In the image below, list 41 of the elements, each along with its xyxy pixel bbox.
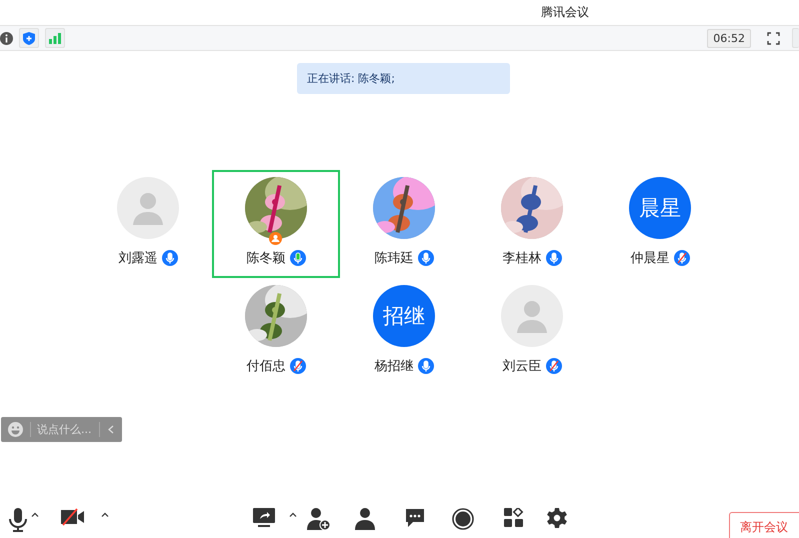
- leave-meeting-button[interactable]: 离开会议: [729, 512, 799, 538]
- avatar-initials: 晨星: [639, 195, 681, 222]
- chat-bubble-icon: [405, 508, 425, 528]
- meeting-timer: 06:52: [707, 28, 751, 48]
- participant-name: 陈冬颖: [246, 250, 286, 267]
- emoji-icon: [8, 422, 23, 437]
- participant-name: 付佰忠: [246, 358, 286, 375]
- avatar-initials: 招继: [383, 303, 425, 330]
- participant-name: 仲晨星: [630, 250, 670, 267]
- fullscreen-icon: [766, 32, 780, 44]
- apps-icon: [504, 508, 524, 528]
- chat-bar[interactable]: 说点什么...: [1, 417, 122, 442]
- add-user-icon: [307, 508, 331, 530]
- participant-name: 刘露遥: [118, 250, 158, 267]
- signal-icon: [49, 32, 61, 44]
- participant-name: 杨招继: [374, 358, 414, 375]
- participant-tile[interactable]: 招继 杨招继: [340, 278, 468, 382]
- settings-icon: [547, 508, 567, 528]
- participant-tile[interactable]: 晨星 仲晨星: [596, 170, 724, 278]
- user-silhouette-icon: [131, 191, 165, 225]
- participant-tile[interactable]: 刘露遥: [84, 170, 212, 278]
- participant-tile[interactable]: 刘云臣: [468, 278, 596, 382]
- speaker-text: 正在讲话: 陈冬颖;: [307, 71, 395, 86]
- participant-tile[interactable]: 李桂林: [468, 170, 596, 278]
- microphone-icon: [9, 508, 27, 532]
- participant-name: 陈玮廷: [374, 250, 414, 267]
- participant-name: 李桂林: [502, 250, 542, 267]
- collapse-icon: [108, 425, 114, 434]
- chat-input-field[interactable]: 说点什么...: [37, 423, 97, 436]
- shield-icon: [23, 32, 35, 44]
- participant-tile[interactable]: 付佰忠: [212, 278, 340, 382]
- record-icon: [452, 508, 474, 530]
- participant-tile[interactable]: 陈玮廷: [340, 170, 468, 278]
- user-icon: [354, 508, 376, 530]
- screen-share-icon: [252, 508, 276, 528]
- security-button[interactable]: [19, 28, 39, 48]
- participant-tile[interactable]: 陈冬颖: [212, 170, 340, 278]
- participant-name: 刘云臣: [502, 358, 542, 375]
- video-off-icon: [61, 508, 85, 526]
- window-title: 腾讯会议: [541, 4, 589, 21]
- user-silhouette-icon: [515, 299, 549, 333]
